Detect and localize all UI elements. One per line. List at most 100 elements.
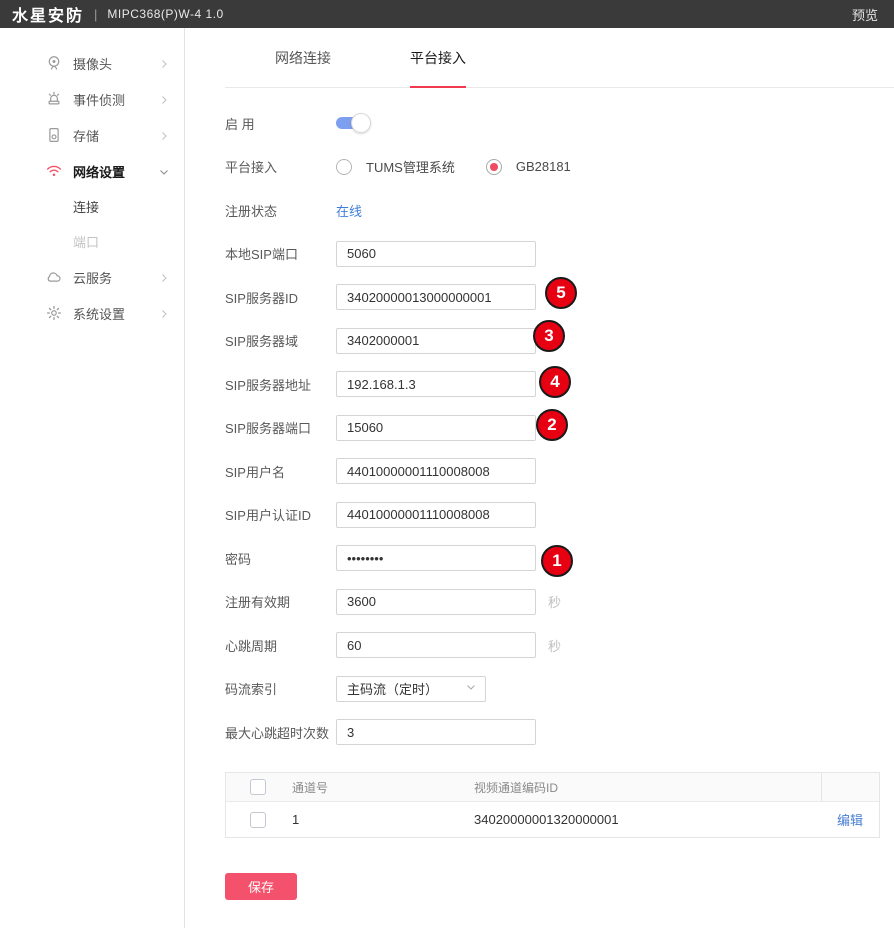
stream-index-row: 码流索引 主码流（定时） [225, 676, 894, 702]
register-expiry-unit: 秒 [548, 592, 561, 611]
annotation-badge-3: 3 [533, 320, 565, 352]
heartbeat-period-label: 心跳周期 [225, 636, 336, 655]
password-row: 密码 1 [225, 545, 894, 571]
radio-circle-icon [486, 159, 502, 175]
sidebar-label-cloud-service: 云服务 [73, 268, 158, 287]
register-status-row: 注册状态 在线 [225, 197, 894, 223]
register-expiry-input[interactable] [336, 589, 536, 615]
page: 水星安防 | MIPC368(P)W-4 1.0 预览 摄像头 事件侦测 [0, 0, 894, 928]
sidebar-item-storage[interactable]: 存储 [0, 117, 184, 153]
sip-server-address-label: SIP服务器地址 [225, 375, 336, 394]
row-channel: 1 [292, 812, 474, 827]
cloud-icon [45, 268, 63, 286]
row-action-cell: 编辑 [821, 802, 879, 837]
radio-tums[interactable]: TUMS管理系统 [336, 157, 455, 176]
sip-server-id-input[interactable] [336, 284, 536, 310]
register-status-value[interactable]: 在线 [336, 201, 362, 220]
header-encode-id: 视频通道编码ID [474, 779, 821, 796]
register-expiry-row: 注册有效期 秒 [225, 589, 894, 615]
radio-tums-label: TUMS管理系统 [366, 157, 455, 176]
platform-row: 平台接入 TUMS管理系统 GB28181 [225, 154, 894, 180]
enable-toggle[interactable] [336, 113, 372, 133]
sip-auth-id-input[interactable] [336, 502, 536, 528]
platform-access-form: 启 用 平台接入 TUMS管理系统 [225, 88, 894, 900]
channel-table-header: 通道号 视频通道编码ID [226, 773, 879, 801]
sidebar-label-system-settings: 系统设置 [73, 304, 158, 323]
chevron-right-icon [158, 57, 170, 69]
password-input[interactable] [336, 545, 536, 571]
sidebar-subitem-port[interactable]: 端口 [0, 224, 184, 259]
save-button[interactable]: 保存 [225, 873, 297, 900]
header-action-cell [821, 773, 879, 801]
wifi-icon [45, 162, 63, 180]
sidebar-item-event-detection[interactable]: 事件侦测 [0, 81, 184, 117]
sidebar-label-network-settings: 网络设置 [73, 162, 158, 181]
brand-separator: | [94, 7, 97, 22]
annotation-badge-1: 1 [541, 545, 573, 577]
radio-gb28181[interactable]: GB28181 [486, 159, 571, 175]
sidebar-item-network-settings[interactable]: 网络设置 [0, 153, 184, 189]
password-label: 密码 [225, 549, 336, 568]
stream-index-select[interactable]: 主码流（定时） [336, 676, 486, 702]
chevron-right-icon [158, 307, 170, 319]
enable-label: 启 用 [225, 114, 336, 133]
camera-icon [45, 54, 63, 72]
table-row: 1 34020000001320000001 编辑 [226, 801, 879, 837]
tab-bar: 网络连接 平台接入 [225, 28, 894, 88]
top-bar: 水星安防 | MIPC368(P)W-4 1.0 预览 [0, 0, 894, 28]
sip-server-domain-row: SIP服务器域 3 [225, 328, 894, 354]
sip-auth-id-label: SIP用户认证ID [225, 505, 336, 524]
row-checkbox[interactable] [250, 812, 266, 828]
sip-server-address-input[interactable] [336, 371, 536, 397]
sip-server-port-input[interactable] [336, 415, 536, 441]
chevron-down-icon [158, 165, 170, 177]
sip-server-domain-input[interactable] [336, 328, 536, 354]
row-encode-id: 34020000001320000001 [474, 812, 821, 827]
register-status-label: 注册状态 [225, 201, 336, 220]
stream-index-label: 码流索引 [225, 679, 336, 698]
platform-label: 平台接入 [225, 157, 336, 176]
preview-link[interactable]: 预览 [852, 5, 878, 24]
chevron-down-icon [465, 680, 477, 698]
max-heartbeat-timeout-label: 最大心跳超时次数 [225, 723, 336, 742]
storage-icon [45, 126, 63, 144]
chevron-right-icon [158, 93, 170, 105]
chevron-right-icon [158, 271, 170, 283]
annotation-badge-2: 2 [536, 409, 568, 441]
local-sip-port-input[interactable] [336, 241, 536, 267]
sip-username-row: SIP用户名 [225, 458, 894, 484]
sip-server-id-label: SIP服务器ID [225, 288, 336, 307]
register-expiry-label: 注册有效期 [225, 592, 336, 611]
radio-gb28181-label: GB28181 [516, 159, 571, 174]
sidebar-item-system-settings[interactable]: 系统设置 [0, 295, 184, 331]
sip-username-label: SIP用户名 [225, 462, 336, 481]
sidebar-item-camera[interactable]: 摄像头 [0, 45, 184, 81]
annotation-badge-4: 4 [539, 366, 571, 398]
sidebar-item-cloud-service[interactable]: 云服务 [0, 259, 184, 295]
max-heartbeat-timeout-row: 最大心跳超时次数 [225, 719, 894, 745]
radio-dot [490, 163, 498, 171]
radio-circle-icon [336, 159, 352, 175]
select-all-checkbox[interactable] [250, 779, 266, 795]
sip-username-input[interactable] [336, 458, 536, 484]
max-heartbeat-timeout-input[interactable] [336, 719, 536, 745]
heartbeat-period-row: 心跳周期 秒 [225, 632, 894, 658]
brand-logo: 水星安防 [12, 2, 84, 26]
heartbeat-period-input[interactable] [336, 632, 536, 658]
tab-network-connection[interactable]: 网络连接 [275, 28, 331, 88]
sip-server-domain-label: SIP服务器域 [225, 331, 336, 350]
header-checkbox-cell [226, 779, 292, 795]
edit-link[interactable]: 编辑 [837, 810, 863, 829]
sidebar-subitem-connection[interactable]: 连接 [0, 189, 184, 224]
local-sip-port-row: 本地SIP端口 [225, 241, 894, 267]
main-content: 网络连接 平台接入 启 用 平台接入 [185, 28, 894, 928]
sidebar-label-camera: 摄像头 [73, 54, 158, 73]
channel-table: 通道号 视频通道编码ID 1 34020000001320000001 编辑 [225, 772, 880, 838]
tab-platform-access[interactable]: 平台接入 [410, 28, 466, 88]
platform-radio-group: TUMS管理系统 GB28181 [336, 157, 571, 176]
toggle-knob [351, 113, 371, 133]
sidebar: 摄像头 事件侦测 存储 [0, 28, 185, 928]
heartbeat-period-unit: 秒 [548, 636, 561, 655]
local-sip-port-label: 本地SIP端口 [225, 244, 336, 263]
enable-row: 启 用 [225, 110, 894, 136]
